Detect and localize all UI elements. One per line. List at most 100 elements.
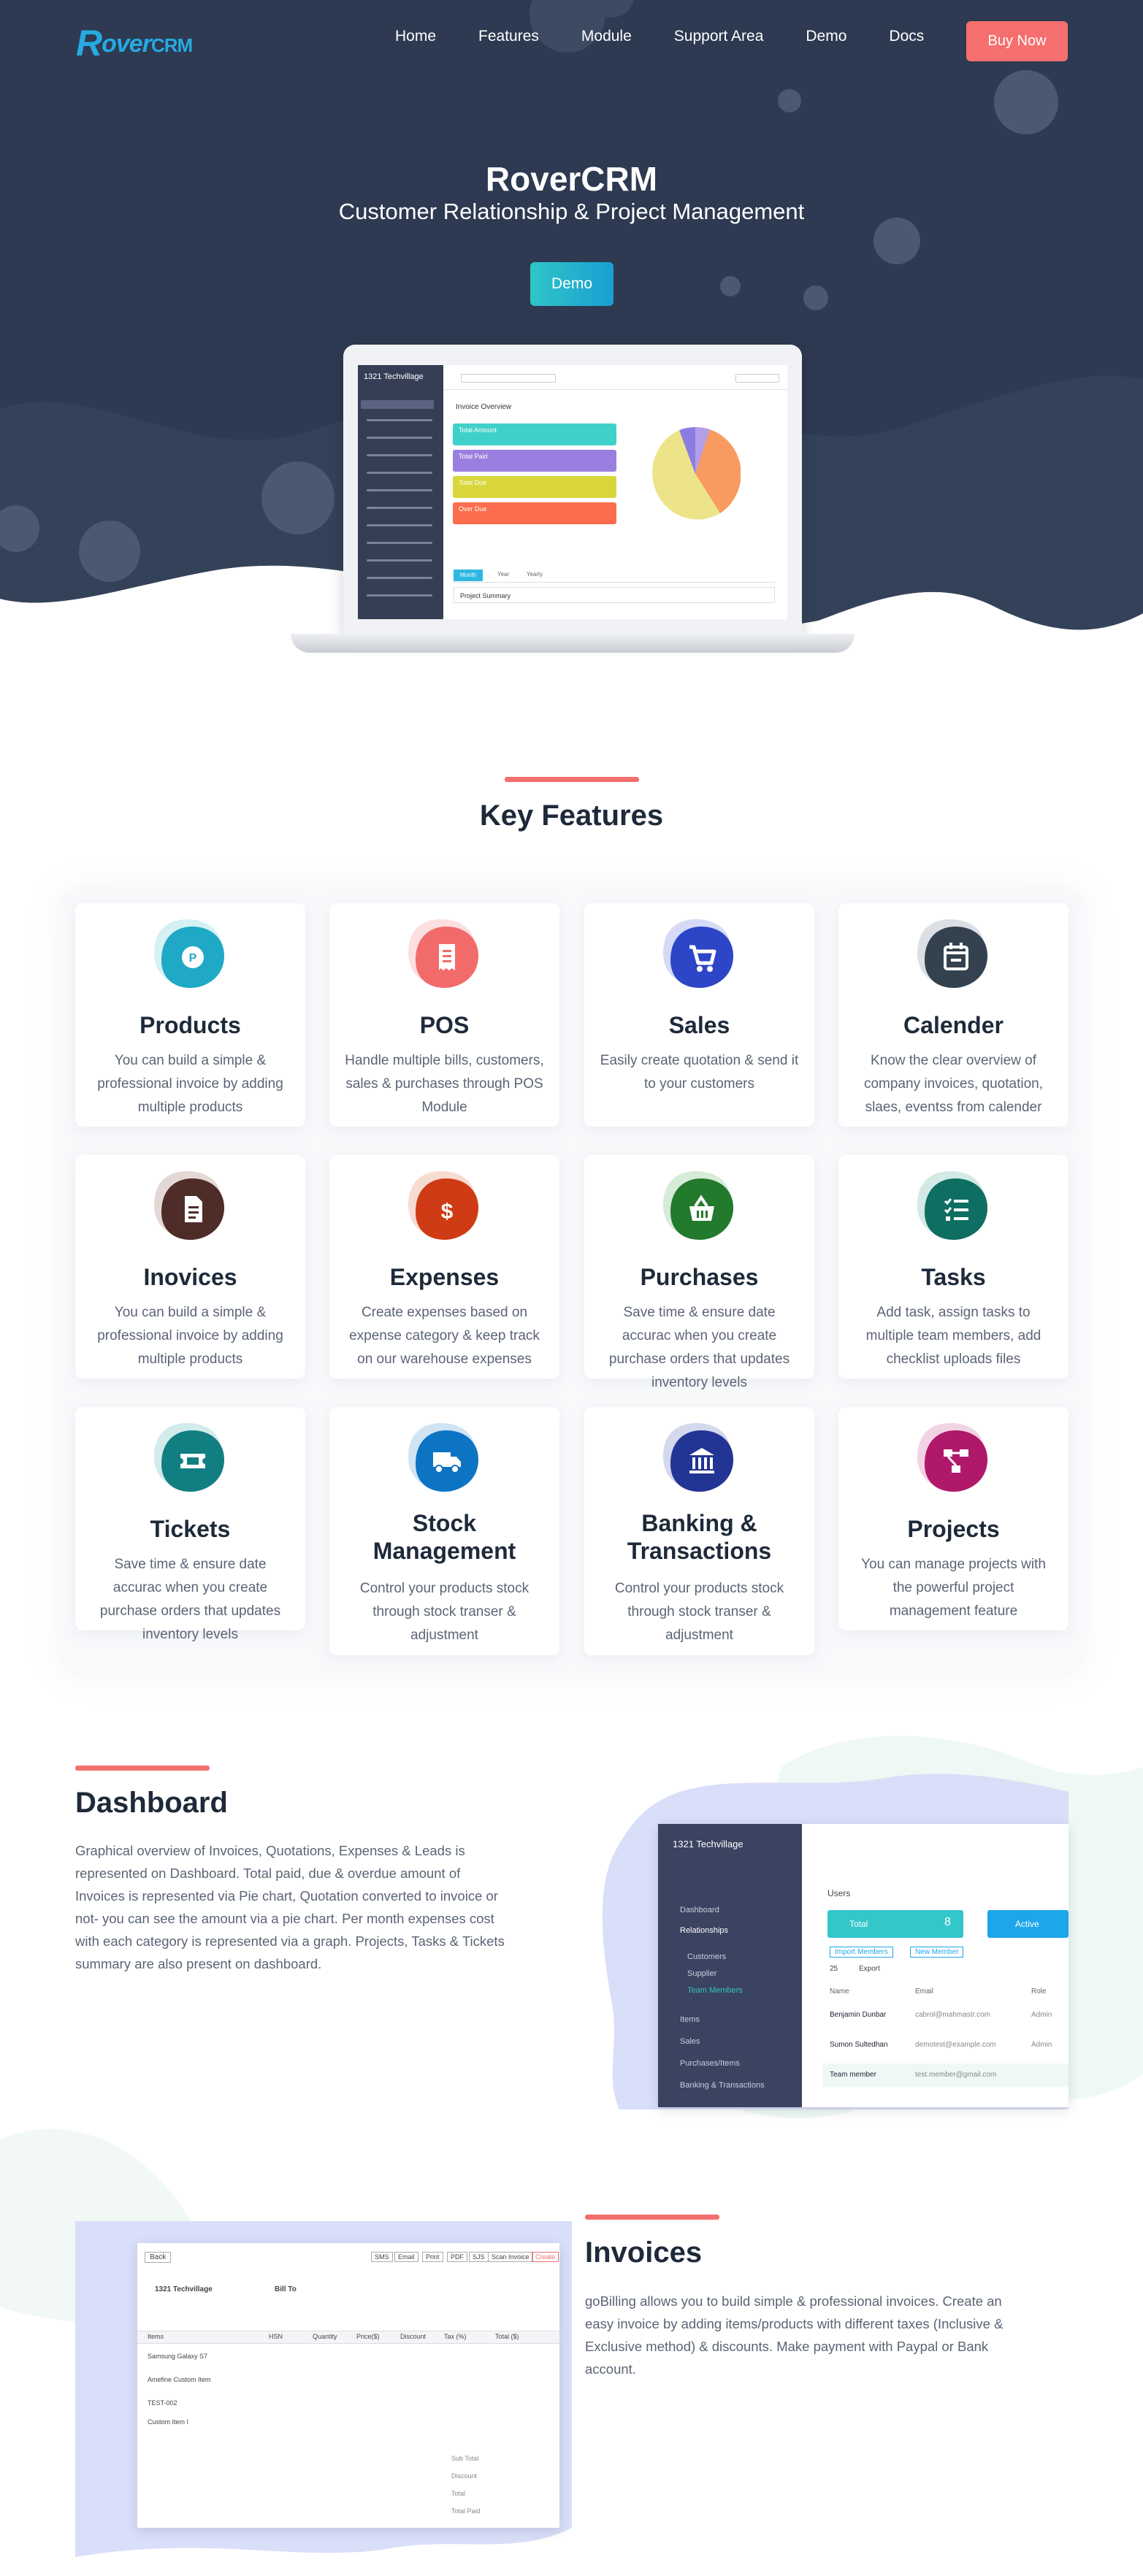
export-button[interactable]: Export: [859, 1965, 880, 1973]
feature-title: Sales: [668, 1012, 730, 1038]
tab-year[interactable]: Year: [497, 571, 509, 578]
feature-desc: Know the clear overview of company invoi…: [863, 1053, 1044, 1115]
stat-over-due: Over Due: [453, 502, 616, 524]
invoice-row-item: Amefine Custom Item: [148, 2376, 211, 2383]
total-value: 8: [944, 1916, 951, 1928]
dashboard-shot-nav: Banking & Transactions: [680, 2081, 765, 2090]
screen-menu-line: [367, 419, 432, 421]
feature-card-sales[interactable]: Sales Easily create quotation & send it …: [584, 903, 814, 1127]
feature-desc: You can build a simple & professional in…: [97, 1053, 283, 1115]
feature-card-tickets[interactable]: Tickets Save time & ensure date accurac …: [75, 1407, 305, 1642]
column-header: Email: [915, 1987, 934, 1996]
feature-card-stock-management[interactable]: Stock Management Control your products s…: [329, 1407, 559, 1655]
active-label: Active: [1015, 1919, 1039, 1929]
laptop-screen: 1321 Techvillage Invoice Overview Total …: [358, 365, 787, 619]
create-button[interactable]: Create: [532, 2252, 559, 2262]
feature-card-projects[interactable]: Projects You can manage projects with th…: [838, 1407, 1069, 1630]
dashboard-shot-nav: Supplier: [687, 1969, 717, 1978]
feature-title: Tickets: [150, 1516, 231, 1542]
screen-menu-line: [367, 577, 432, 579]
scan-invoice-button[interactable]: Scan Invoice: [488, 2252, 533, 2262]
feature-desc: Handle multiple bills, customers, sales …: [345, 1053, 544, 1115]
feature-title: Calender: [903, 1012, 1004, 1038]
buy-now-button[interactable]: Buy Now: [966, 21, 1068, 61]
nav-home[interactable]: Home: [395, 28, 436, 45]
feature-title: Projects: [907, 1516, 1000, 1542]
nav-support-area[interactable]: Support Area: [674, 28, 764, 45]
dashboard-shot-nav: Customers: [687, 1952, 727, 1961]
table-cell: Sumon Sultedhan: [830, 2041, 888, 2049]
email-button[interactable]: Email: [394, 2252, 418, 2262]
feature-card-purchases[interactable]: Purchases Save time & ensure date accura…: [584, 1155, 814, 1390]
sjs-button[interactable]: SJS: [469, 2252, 489, 2262]
screen-menu-line: [367, 542, 432, 544]
invoice-column: HSN: [269, 2333, 283, 2340]
invoice-pie-chart: [652, 426, 741, 520]
table-cell: Benjamin Dunbar: [830, 2011, 887, 2019]
invoice-row-item: TEST-002: [148, 2399, 177, 2407]
invoice-row-item: Samsung Galaxy S7: [148, 2353, 208, 2360]
invoices-title: Invoices: [585, 2236, 703, 2269]
feature-card-expenses[interactable]: $ Expenses Create expenses based on expe…: [329, 1155, 559, 1379]
feature-card-tasks[interactable]: Tasks Add task, assign tasks to multiple…: [838, 1155, 1069, 1379]
tab-month[interactable]: Month: [454, 570, 483, 581]
feature-title: Products: [139, 1012, 241, 1038]
invoices-description: goBilling allows you to build simple & p…: [585, 2293, 1004, 2377]
sms-button[interactable]: SMS: [371, 2252, 393, 2262]
table-cell: test.member@gmail.com: [915, 2071, 997, 2079]
feature-card-banking[interactable]: Banking & Transactions Control your prod…: [584, 1407, 814, 1655]
dashboard-description: Graphical overview of Invoices, Quotatio…: [75, 1843, 505, 1971]
feature-card-calender[interactable]: Calender Know the clear overview of comp…: [838, 903, 1069, 1127]
invoices-accent-bar: [585, 2215, 719, 2220]
dashboard-shot-sidebar: 1321 Techvillage Dashboard Relationships…: [658, 1824, 802, 2107]
nav-demo[interactable]: Demo: [806, 28, 846, 45]
back-button[interactable]: Back: [145, 2252, 172, 2263]
invoice-bill-to: Bill To: [275, 2285, 297, 2293]
laptop-base: [291, 634, 855, 653]
print-button[interactable]: Print: [422, 2252, 443, 2262]
screen-brand: 1321 Techvillage: [364, 372, 424, 381]
cart-icon: [663, 919, 733, 988]
column-header: Role: [1031, 1987, 1047, 1996]
screen-date-select: [461, 374, 556, 383]
table-cell: Admin: [1031, 2041, 1052, 2049]
receipt-icon: [408, 919, 478, 988]
nav-features[interactable]: Features: [478, 28, 539, 45]
nav-menu: Home Features Module Support Area Demo D…: [395, 28, 966, 45]
invoice-total-label: Discount: [451, 2472, 478, 2480]
logo[interactable]: RoverCRM: [76, 22, 193, 64]
feature-desc: Add task, assign tasks to multiple team …: [865, 1305, 1041, 1367]
screen-menu-active: [361, 400, 434, 409]
nav-docs[interactable]: Docs: [889, 28, 924, 45]
screen-menu-line: [367, 489, 432, 491]
feature-title: Tasks: [921, 1264, 986, 1290]
screen-menu-line: [367, 472, 432, 474]
calendar-icon: [917, 919, 987, 988]
key-features-accent-bar: [505, 777, 639, 782]
column-header: Name: [830, 1987, 849, 1996]
new-member-button[interactable]: New Member: [910, 1947, 964, 1958]
feature-title: Purchases: [640, 1264, 759, 1290]
invoice-screenshot: Back SMS Email Print PDF SJS Scan Invoic…: [137, 2243, 559, 2528]
dashboard-shot-brand: 1321 Techvillage: [673, 1839, 743, 1849]
hero-subtitle: Customer Relationship & Project Manageme…: [338, 199, 805, 224]
demo-button[interactable]: Demo: [530, 262, 613, 306]
table-cell: Team member: [830, 2071, 876, 2079]
import-members-button[interactable]: Import Members: [830, 1947, 893, 1958]
page-size-select[interactable]: 25: [830, 1965, 838, 1973]
feature-card-pos[interactable]: POS Handle multiple bills, customers, sa…: [329, 903, 559, 1127]
feature-card-inovices[interactable]: Inovices You can build a simple & profes…: [75, 1155, 305, 1379]
pdf-button[interactable]: PDF: [447, 2252, 467, 2262]
screen-filter-select: [735, 374, 779, 383]
stat-total-amount: Total Amount: [453, 423, 616, 445]
tab-yearly[interactable]: Yearly: [527, 571, 543, 578]
feature-card-products[interactable]: P Products You can build a simple & prof…: [75, 903, 305, 1127]
dashboard-screenshot: 1321 Techvillage Dashboard Relationships…: [658, 1824, 1069, 2107]
nav-module[interactable]: Module: [581, 28, 632, 45]
truck-icon: [408, 1423, 478, 1492]
feature-desc: Save time & ensure date accurac when you…: [608, 1305, 790, 1390]
dashboard-accent-bar: [75, 1766, 210, 1771]
invoice-total-label: Total: [451, 2490, 466, 2497]
dollar-icon: $: [408, 1171, 478, 1240]
feature-desc: Easily create quotation & send it to you…: [600, 1053, 799, 1092]
